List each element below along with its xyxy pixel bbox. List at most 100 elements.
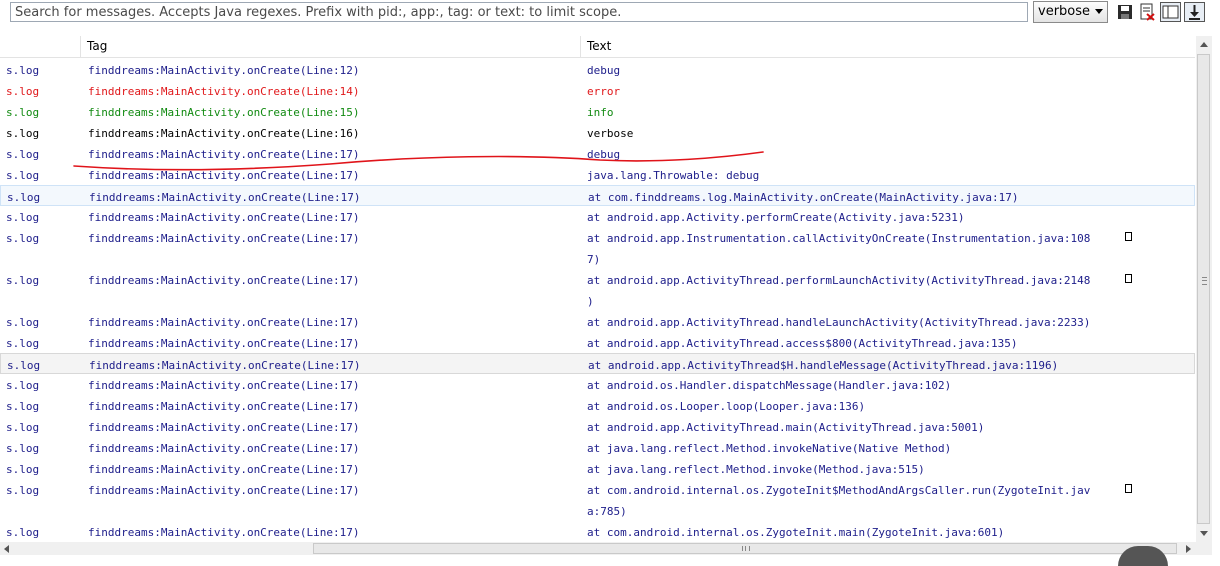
message-cell: at android.app.ActivityThread$H.handleMe…	[588, 359, 1059, 372]
table-row[interactable]: s.log finddreams:MainActivity.onCreate(Li…	[0, 374, 1195, 395]
tag-cell: finddreams:MainActivity.onCreate(Line:17…	[88, 211, 360, 224]
tag-cell: finddreams:MainActivity.onCreate(Line:17…	[88, 337, 360, 350]
grip-icon	[742, 546, 750, 551]
app-cell: s.log	[6, 316, 40, 329]
app-cell: s.log	[7, 191, 41, 204]
app-cell: s.log	[6, 526, 40, 539]
app-cell: s.log	[6, 211, 40, 224]
message-cell: debug	[587, 64, 621, 77]
tag-cell: finddreams:MainActivity.onCreate(Line:17…	[88, 484, 360, 497]
tag-cell: finddreams:MainActivity.onCreate(Line:17…	[88, 400, 360, 413]
message-cell: info	[587, 106, 614, 119]
table-row[interactable]: s.log finddreams:MainActivity.onCreate(Li…	[0, 353, 1195, 374]
table-row[interactable]: s.log finddreams:MainActivity.onCreate(Li…	[0, 101, 1195, 122]
tag-cell: finddreams:MainActivity.onCreate(Line:16…	[88, 127, 360, 140]
table-row[interactable]: s.log finddreams:MainActivity.onCreate(Li…	[0, 80, 1195, 101]
app-cell: s.log	[6, 64, 40, 77]
table-row[interactable]: s.log finddreams:MainActivity.onCreate(Li…	[0, 59, 1195, 80]
app-cell: s.log	[6, 421, 40, 434]
table-row[interactable]: s.log finddreams:MainActivity.onCreate(Li…	[0, 332, 1195, 353]
table-row[interactable]: s.log finddreams:MainActivity.onCreate(Li…	[0, 164, 1195, 185]
log-level-select[interactable]: verbose	[1033, 1, 1108, 23]
message-cell: debug	[587, 148, 621, 161]
tag-cell: finddreams:MainActivity.onCreate(Line:15…	[88, 106, 360, 119]
table-row[interactable]: s.log finddreams:MainActivity.onCreate(Li…	[0, 416, 1195, 437]
table-row[interactable]: s.log finddreams:MainActivity.onCreate(Li…	[0, 122, 1195, 143]
table-row[interactable]: s.log finddreams:MainActivity.onCreate(Li…	[0, 185, 1195, 206]
tag-cell: finddreams:MainActivity.onCreate(Line:17…	[88, 379, 360, 392]
table-row[interactable]: s.log finddreams:MainActivity.onCreate(Li…	[0, 458, 1195, 479]
message-cell-continued: a:785)	[587, 505, 627, 518]
table-row[interactable]: s.log finddreams:MainActivity.onCreate(Li…	[0, 395, 1195, 416]
table-row[interactable]: s.log finddreams:MainActivity.onCreate(Li…	[0, 227, 1195, 269]
table-row[interactable]: s.log finddreams:MainActivity.onCreate(Li…	[0, 206, 1195, 227]
tag-cell: finddreams:MainActivity.onCreate(Line:17…	[89, 191, 361, 204]
message-cell: at android.app.Instrumentation.callActiv…	[587, 232, 1091, 245]
message-cell: at java.lang.reflect.Method.invokeNative…	[587, 442, 952, 455]
clear-log-icon[interactable]	[1138, 3, 1156, 21]
tag-cell: finddreams:MainActivity.onCreate(Line:17…	[88, 421, 360, 434]
tag-cell: finddreams:MainActivity.onCreate(Line:17…	[89, 359, 361, 372]
table-row[interactable]: s.log finddreams:MainActivity.onCreate(Li…	[0, 269, 1195, 311]
app-cell: s.log	[6, 337, 40, 350]
app-cell: s.log	[6, 106, 40, 119]
horizontal-scrollbar[interactable]	[0, 542, 1212, 555]
table-row[interactable]: s.log finddreams:MainActivity.onCreate(Li…	[0, 437, 1195, 458]
search-input[interactable]	[10, 2, 1028, 22]
app-cell: s.log	[6, 400, 40, 413]
vertical-scroll-thumb[interactable]	[1197, 54, 1210, 524]
table-row[interactable]: s.log finddreams:MainActivity.onCreate(Li…	[0, 311, 1195, 332]
tag-cell: finddreams:MainActivity.onCreate(Line:17…	[88, 463, 360, 476]
message-cell: at com.android.internal.os.ZygoteInit$Me…	[587, 484, 1091, 497]
scroll-down-icon[interactable]	[1200, 531, 1208, 536]
scroll-lock-icon[interactable]	[1184, 2, 1205, 22]
table-row[interactable]: s.log finddreams:MainActivity.onCreate(Li…	[0, 521, 1195, 542]
app-cell: s.log	[6, 379, 40, 392]
app-cell: s.log	[6, 232, 40, 245]
line-wrap-icon	[1125, 274, 1132, 283]
scroll-right-icon[interactable]	[1186, 545, 1191, 553]
table-header: Tag Text	[0, 36, 1195, 58]
app-cell: s.log	[6, 484, 40, 497]
scroll-up-icon[interactable]	[1200, 42, 1208, 47]
message-cell: at com.android.internal.os.ZygoteInit.ma…	[587, 526, 1005, 539]
tag-cell: finddreams:MainActivity.onCreate(Line:17…	[88, 316, 360, 329]
message-cell-continued: )	[587, 295, 594, 308]
app-cell: s.log	[6, 169, 40, 182]
toggle-panel-icon[interactable]	[1160, 2, 1181, 22]
horizontal-scroll-thumb[interactable]	[313, 543, 1177, 554]
line-wrap-icon	[1125, 484, 1132, 493]
scroll-left-icon[interactable]	[4, 545, 9, 553]
tag-cell: finddreams:MainActivity.onCreate(Line:17…	[88, 169, 360, 182]
message-cell: at android.os.Looper.loop(Looper.java:13…	[587, 400, 866, 413]
tag-cell: finddreams:MainActivity.onCreate(Line:14…	[88, 85, 360, 98]
table-row[interactable]: s.log finddreams:MainActivity.onCreate(Li…	[0, 479, 1195, 521]
app-cell: s.log	[7, 359, 41, 372]
logcat-toolbar: verbose	[0, 0, 1220, 26]
chevron-down-icon	[1095, 9, 1103, 14]
app-cell: s.log	[6, 127, 40, 140]
vertical-scrollbar[interactable]	[1196, 36, 1212, 542]
message-cell: at android.app.ActivityThread.performLau…	[587, 274, 1091, 287]
message-cell: at android.app.ActivityThread.main(Activ…	[587, 421, 985, 434]
table-row[interactable]: s.log finddreams:MainActivity.onCreate(Li…	[0, 143, 1195, 164]
message-cell: at com.finddreams.log.MainActivity.onCre…	[588, 191, 1019, 204]
tag-cell: finddreams:MainActivity.onCreate(Line:17…	[88, 442, 360, 455]
column-header-text[interactable]: Text	[587, 39, 611, 53]
message-cell: java.lang.Throwable: debug	[587, 169, 760, 182]
app-cell: s.log	[6, 463, 40, 476]
message-cell: at android.app.Activity.performCreate(Ac…	[587, 211, 965, 224]
message-cell-continued: 7)	[587, 253, 601, 266]
tag-cell: finddreams:MainActivity.onCreate(Line:17…	[88, 274, 360, 287]
message-cell: at java.lang.reflect.Method.invoke(Metho…	[587, 463, 925, 476]
app-cell: s.log	[6, 274, 40, 287]
message-cell: at android.os.Handler.dispatchMessage(Ha…	[587, 379, 952, 392]
line-wrap-icon	[1125, 232, 1132, 241]
column-header-tag[interactable]: Tag	[87, 39, 107, 53]
message-cell: at android.app.ActivityThread.access$800…	[587, 337, 1018, 350]
app-cell: s.log	[6, 442, 40, 455]
save-icon[interactable]	[1116, 3, 1134, 21]
message-cell: at android.app.ActivityThread.handleLaun…	[587, 316, 1091, 329]
log-level-value: verbose	[1038, 4, 1091, 19]
tag-cell: finddreams:MainActivity.onCreate(Line:17…	[88, 526, 360, 539]
